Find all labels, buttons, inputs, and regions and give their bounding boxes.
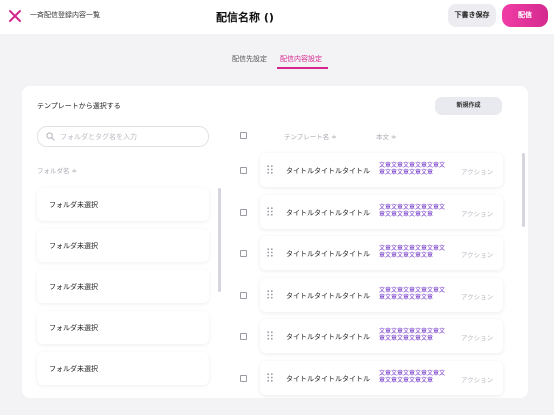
drag-handle-icon[interactable] xyxy=(267,206,273,216)
search-icon xyxy=(46,132,55,141)
folder-list: フォルダ未選択 フォルダ未選択 フォルダ未選択 フォルダ未選択 フォルダ未選択 xyxy=(37,188,209,393)
folder-item[interactable]: フォルダ未選択 xyxy=(37,188,209,221)
action-menu[interactable]: アクション xyxy=(461,291,493,301)
folder-item[interactable]: フォルダ未選択 xyxy=(37,311,209,344)
template-name: タイトルタイトルタイトル xyxy=(286,374,370,383)
search-box xyxy=(37,126,209,147)
save-draft-button[interactable]: 下書き保存 xyxy=(448,4,496,27)
template-card[interactable]: タイトルタイトルタイトル 文章文章文章文章文章文章文章文章文章文章 アクション xyxy=(260,236,503,270)
template-body: 文章文章文章文章文章文章文章文章文章文章 xyxy=(379,328,446,342)
row-checkbox[interactable] xyxy=(240,291,247,299)
tab-bar: 配信先設定 配信内容設定 xyxy=(0,34,554,69)
breadcrumb[interactable]: 一斉配信登録内容一覧 xyxy=(30,10,100,20)
folder-item[interactable]: フォルダ未選択 xyxy=(37,270,209,303)
page-title: 配信名称 () xyxy=(206,4,340,29)
table-row: タイトルタイトルタイトル 文章文章文章文章文章文章文章文章文章文章 アクション xyxy=(240,277,524,320)
template-body: 文章文章文章文章文章文章文章文章文章文章 xyxy=(379,162,446,176)
row-checkbox[interactable] xyxy=(240,167,247,174)
body-header[interactable]: 本文 ≑ xyxy=(376,131,397,141)
template-name: タイトルタイトルタイトル xyxy=(286,208,370,217)
template-body: 文章文章文章文章文章文章文章文章文章文章 xyxy=(379,286,446,301)
action-menu[interactable]: アクション xyxy=(461,208,493,218)
folder-item[interactable]: フォルダ未選択 xyxy=(37,352,209,385)
table-row: タイトルタイトルタイトル 文章文章文章文章文章文章文章文章文章文章 アクション xyxy=(240,153,524,195)
active-tab-indicator xyxy=(277,67,328,69)
template-card[interactable]: タイトルタイトルタイトル 文章文章文章文章文章文章文章文章文章文章 アクション xyxy=(260,360,503,395)
template-name: タイトルタイトルタイトル xyxy=(286,291,370,300)
search-input[interactable] xyxy=(60,130,200,144)
template-body: 文章文章文章文章文章文章文章文章文章文章 xyxy=(379,245,446,259)
select-all-checkbox[interactable] xyxy=(240,132,247,139)
row-checkbox[interactable] xyxy=(240,250,247,257)
action-menu[interactable]: アクション xyxy=(461,249,493,259)
template-list: タイトルタイトルタイトル 文章文章文章文章文章文章文章文章文章文章 アクション … xyxy=(240,153,524,398)
template-name: タイトルタイトルタイトル xyxy=(286,167,370,175)
template-panel: テンプレートから選択する 新規作成 フォルダ名 ≑ フォルダ未選択 フォルダ未選… xyxy=(22,86,528,398)
row-checkbox[interactable] xyxy=(240,374,247,382)
template-name: タイトルタイトルタイトル xyxy=(286,333,370,341)
send-button[interactable]: 配信 xyxy=(502,4,548,27)
table-row: タイトルタイトルタイトル 文章文章文章文章文章文章文章文章文章文章 アクション xyxy=(240,319,524,361)
drag-handle-icon[interactable] xyxy=(267,372,273,382)
drag-handle-icon[interactable] xyxy=(267,248,273,257)
action-menu[interactable]: アクション xyxy=(461,166,493,176)
template-card[interactable]: タイトルタイトルタイトル 文章文章文章文章文章文章文章文章文章文章 アクション xyxy=(260,319,503,353)
template-card[interactable]: タイトルタイトルタイトル 文章文章文章文章文章文章文章文章文章文章 アクション xyxy=(260,153,503,187)
drag-handle-icon[interactable] xyxy=(267,331,273,340)
template-scrollbar[interactable] xyxy=(522,153,525,227)
template-body: 文章文章文章文章文章文章文章文章文章文章 xyxy=(379,369,446,384)
folder-item[interactable]: フォルダ未選択 xyxy=(37,229,209,262)
tab-recipient-settings[interactable]: 配信先設定 xyxy=(232,54,267,64)
tab-content-settings[interactable]: 配信内容設定 xyxy=(280,54,322,64)
create-new-button[interactable]: 新規作成 xyxy=(435,97,502,115)
drag-handle-icon[interactable] xyxy=(267,289,273,299)
template-card[interactable]: タイトルタイトルタイトル 文章文章文章文章文章文章文章文章文章文章 アクション xyxy=(260,194,503,229)
folder-name-header[interactable]: フォルダ名 ≑ xyxy=(37,165,77,175)
template-card[interactable]: タイトルタイトルタイトル 文章文章文章文章文章文章文章文章文章文章 アクション xyxy=(260,277,503,312)
drag-handle-icon[interactable] xyxy=(267,165,273,174)
table-row: タイトルタイトルタイトル 文章文章文章文章文章文章文章文章文章文章 アクション xyxy=(240,194,524,237)
template-name-header[interactable]: テンプレート名 ≑ xyxy=(284,131,337,141)
table-row: タイトルタイトルタイトル 文章文章文章文章文章文章文章文章文章文章 アクション xyxy=(240,236,524,278)
folder-scrollbar[interactable] xyxy=(218,188,221,292)
top-bar: 一斉配信登録内容一覧 配信名称 () 下書き保存 配信 xyxy=(0,0,554,34)
template-body: 文章文章文章文章文章文章文章文章文章文章 xyxy=(379,203,446,218)
close-icon[interactable] xyxy=(8,9,22,23)
row-checkbox[interactable] xyxy=(240,208,247,216)
panel-title: テンプレートから選択する xyxy=(37,102,121,110)
row-checkbox[interactable] xyxy=(240,333,247,340)
table-row: タイトルタイトルタイトル 文章文章文章文章文章文章文章文章文章文章 アクション xyxy=(240,360,524,399)
action-menu[interactable]: アクション xyxy=(461,374,493,384)
action-menu[interactable]: アクション xyxy=(461,332,493,342)
template-name: タイトルタイトルタイトル xyxy=(286,250,370,258)
